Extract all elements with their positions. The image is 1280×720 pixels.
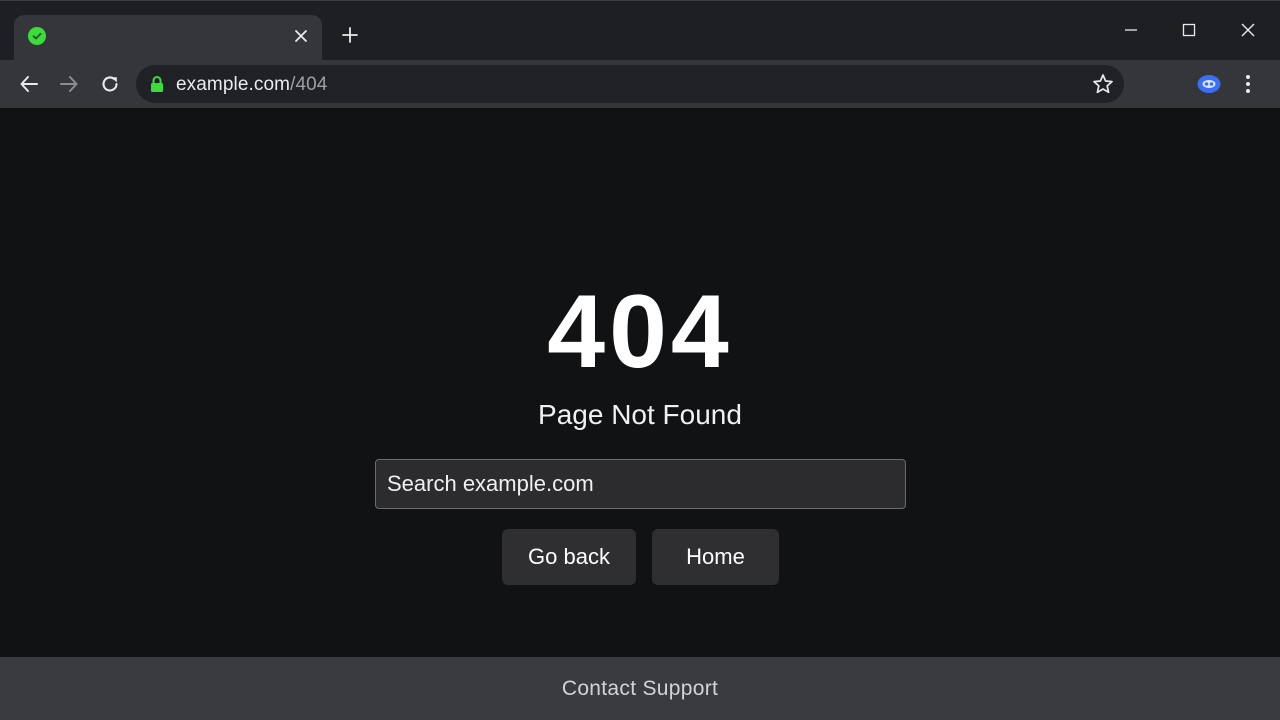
star-icon[interactable] [1092, 73, 1114, 95]
plus-icon[interactable] [338, 23, 362, 47]
home-button[interactable]: Home [652, 529, 779, 585]
url-host: example.com [176, 74, 291, 95]
search-input[interactable] [375, 459, 906, 509]
extension-icon[interactable] [1197, 74, 1221, 94]
page-title: Page Not Found [538, 399, 742, 430]
address-bar[interactable]: example.com/404 [136, 65, 1124, 103]
url-text: example.com/404 [176, 74, 327, 96]
footer: Contact Support [0, 657, 1280, 720]
maximize-icon[interactable] [1176, 17, 1202, 43]
window-close-icon[interactable] [1235, 17, 1261, 43]
page-content: 404 Page Not Found Go back Home [0, 108, 1280, 657]
kebab-menu-icon[interactable] [1238, 72, 1258, 96]
arrow-right-icon[interactable] [57, 72, 81, 96]
arrow-left-icon[interactable] [17, 72, 41, 96]
go-back-button[interactable]: Go back [502, 529, 636, 585]
close-icon[interactable] [290, 25, 312, 47]
lock-icon [150, 75, 164, 93]
contact-support-link[interactable]: Contact Support [562, 677, 718, 701]
browser-window: example.com/404 404 Page Not Found Searc… [0, 0, 1280, 720]
active-tab[interactable] [14, 15, 322, 61]
browser-toolbar: example.com/404 [0, 60, 1280, 108]
url-path: /404 [290, 74, 328, 95]
tab-strip [0, 0, 1280, 61]
error-code: 404 [547, 274, 733, 390]
minimize-icon[interactable] [1118, 17, 1144, 43]
reload-icon[interactable] [98, 72, 122, 96]
check-circle-icon [28, 27, 46, 45]
